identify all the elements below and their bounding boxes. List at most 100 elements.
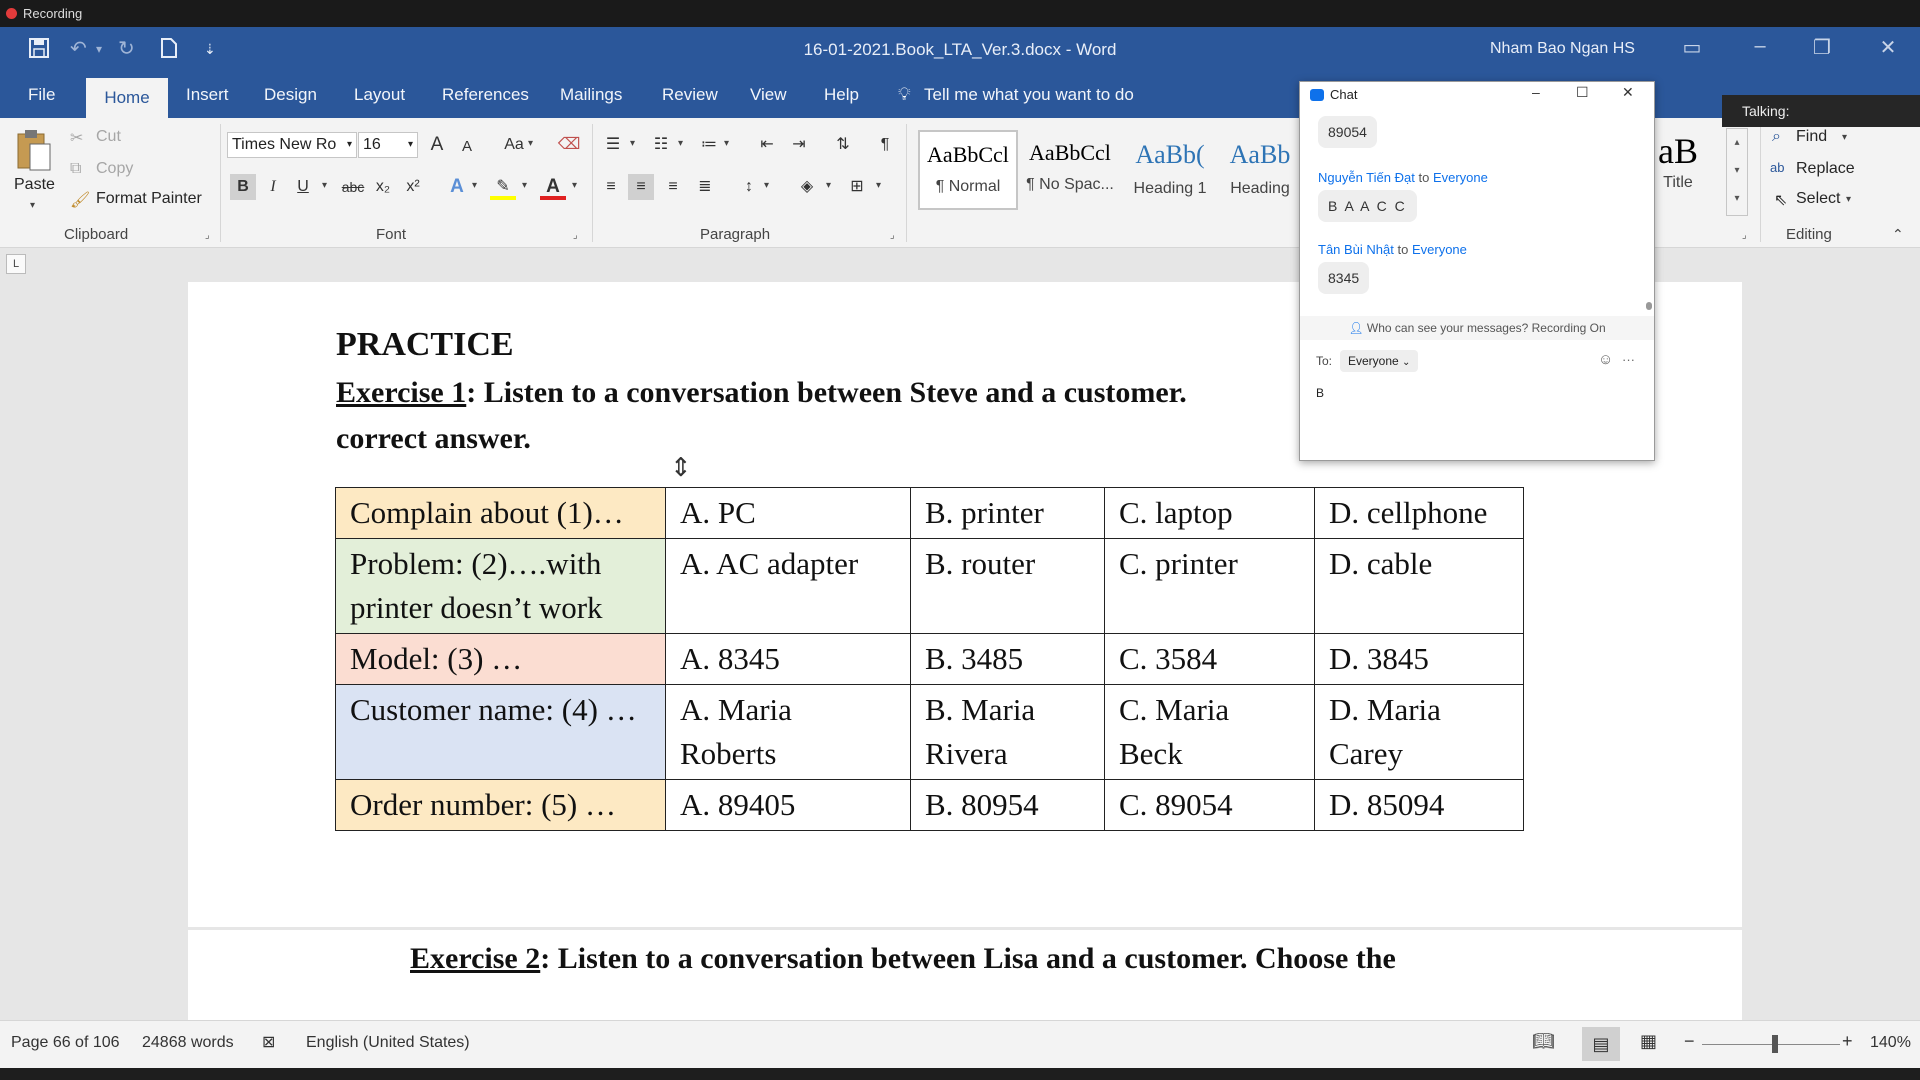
tab-review[interactable]: Review (650, 72, 730, 118)
style-no-spacing[interactable]: AaBbCcl ¶ No Spac... (1020, 130, 1120, 210)
align-right-icon[interactable]: ≡ (660, 174, 686, 200)
zoom-level[interactable]: 140% (1870, 1034, 1911, 1052)
change-case-button[interactable]: Aa (496, 132, 532, 158)
italic-button[interactable]: I (260, 174, 286, 200)
font-size-combo[interactable]: 16 ▾ (358, 132, 418, 158)
option-d-cell[interactable]: D. cellphone (1314, 487, 1524, 539)
increase-indent-icon[interactable]: ⇥ (786, 132, 812, 158)
align-center-icon[interactable]: ≡ (628, 174, 654, 200)
highlight-icon[interactable]: ✎ (490, 174, 516, 200)
option-b-cell[interactable]: B. router (910, 538, 1105, 634)
cut-button[interactable]: Cut (96, 128, 121, 146)
language[interactable]: English (United States) (306, 1034, 470, 1052)
page-count[interactable]: Page 66 of 106 (11, 1034, 120, 1052)
tab-insert[interactable]: Insert (174, 72, 241, 118)
style-heading-1[interactable]: AaBb( Heading 1 (1120, 130, 1220, 210)
replace-button[interactable]: Replace (1796, 160, 1855, 178)
font-name-combo[interactable]: Times New Ro ▾ (227, 132, 357, 158)
tab-design[interactable]: Design (252, 72, 329, 118)
document-page-2[interactable]: Exercise 2: Listen to a conversation bet… (188, 930, 1742, 1020)
zoom-slider-track[interactable] (1702, 1044, 1840, 1045)
zoom-out-button[interactable]: − (1684, 1031, 1695, 1052)
chat-scrollbar[interactable] (1646, 302, 1652, 310)
option-a-cell[interactable]: A. 89405 (665, 779, 911, 831)
grow-font-button[interactable]: A (424, 132, 450, 158)
option-b-cell[interactable]: B. 80954 (910, 779, 1105, 831)
word-count[interactable]: 24868 words (142, 1034, 234, 1052)
chat-privacy-notice[interactable]: 👤︎ Who can see your messages? Recording … (1300, 316, 1654, 340)
close-window-icon[interactable]: ✕ (1868, 35, 1908, 60)
sort-icon[interactable]: ⇅ (830, 132, 856, 158)
option-d-cell[interactable]: D. 85094 (1314, 779, 1524, 831)
styles-launcher-icon[interactable]: ⌟ (1742, 230, 1747, 241)
web-layout-icon[interactable]: ▦ (1640, 1031, 1657, 1052)
option-a-cell[interactable]: A. PC (665, 487, 911, 539)
customize-toolbar-icon[interactable]: ⇣ (204, 37, 216, 61)
ribbon-display-options-icon[interactable]: ▭ (1672, 35, 1712, 60)
option-d-cell[interactable]: D. 3845 (1314, 633, 1524, 685)
option-b-cell[interactable]: B. 3485 (910, 633, 1105, 685)
close-icon[interactable]: ✕ (1622, 84, 1634, 101)
minimize-icon[interactable]: – (1532, 84, 1540, 100)
align-left-icon[interactable]: ≡ (598, 174, 624, 200)
option-c-cell[interactable]: C. printer (1104, 538, 1315, 634)
question-cell[interactable]: Complain about (1)… (335, 487, 666, 539)
question-cell[interactable]: Customer name: (4) … (335, 684, 666, 780)
option-b-cell[interactable]: B. Maria Rivera (910, 684, 1105, 780)
clipboard-launcher-icon[interactable]: ⌟ (205, 230, 210, 241)
option-c-cell[interactable]: C. 3584 (1104, 633, 1315, 685)
redo-icon[interactable]: ↻ (118, 37, 135, 61)
option-c-cell[interactable]: C. 89054 (1104, 779, 1315, 831)
paste-button[interactable]: Paste (14, 176, 55, 194)
user-name[interactable]: Nham Bao Ngan HS (1490, 40, 1635, 58)
tab-home[interactable]: Home (86, 78, 168, 118)
superscript-button[interactable]: x² (400, 174, 426, 200)
option-d-cell[interactable]: D. Maria Carey (1314, 684, 1524, 780)
question-cell[interactable]: Model: (3) … (335, 633, 666, 685)
line-spacing-icon[interactable]: ↕ (736, 174, 762, 200)
shrink-font-button[interactable]: A (454, 134, 480, 160)
option-b-cell[interactable]: B. printer (910, 487, 1105, 539)
text-effects-icon[interactable]: A (444, 174, 470, 200)
chat-message-input[interactable]: B (1300, 378, 1654, 460)
tab-view[interactable]: View (738, 72, 799, 118)
font-color-button[interactable]: A (540, 174, 566, 200)
question-cell[interactable]: Order number: (5) … (335, 779, 666, 831)
more-options-button[interactable]: ··· (1622, 352, 1635, 367)
tab-file[interactable]: File (16, 72, 67, 118)
styles-scroll[interactable]: ▴ ▾ ▾ (1726, 128, 1748, 216)
decrease-indent-icon[interactable]: ⇤ (754, 132, 780, 158)
zoom-slider-thumb[interactable] (1772, 1035, 1778, 1053)
print-layout-icon[interactable]: ▤ (1582, 1027, 1620, 1061)
format-painter-button[interactable]: Format Painter (96, 190, 202, 208)
option-a-cell[interactable]: A. AC adapter (665, 538, 911, 634)
style-heading-2[interactable]: AaBb Heading (1220, 130, 1300, 210)
borders-icon[interactable]: ⊞ (844, 174, 870, 200)
paste-icon[interactable] (14, 128, 54, 174)
tab-references[interactable]: References (430, 72, 541, 118)
emoji-icon[interactable]: ☺ (1598, 351, 1613, 368)
clear-formatting-icon[interactable]: ⌫ (556, 132, 582, 158)
undo-dropdown-icon[interactable]: ▾ (96, 37, 102, 61)
paragraph-launcher-icon[interactable]: ⌟ (890, 230, 895, 241)
option-c-cell[interactable]: C. Maria Beck (1104, 684, 1315, 780)
option-d-cell[interactable]: D. cable (1314, 538, 1524, 634)
read-mode-icon[interactable]: 📖︎ (1532, 1031, 1555, 1052)
tab-layout[interactable]: Layout (342, 72, 417, 118)
save-icon[interactable] (28, 37, 50, 65)
style-title[interactable]: aB Title (1648, 130, 1708, 210)
minimize-icon[interactable]: – (1740, 35, 1780, 58)
bold-button[interactable]: B (230, 174, 256, 200)
underline-button[interactable]: U (290, 174, 316, 200)
option-a-cell[interactable]: A. 8345 (665, 633, 911, 685)
undo-icon[interactable]: ↶ (70, 37, 87, 61)
numbering-icon[interactable]: ☷ (648, 132, 674, 158)
proofing-icon[interactable]: ⊠ (262, 1032, 275, 1052)
style-normal[interactable]: AaBbCcl ¶ Normal (918, 130, 1018, 210)
collapse-ribbon-icon[interactable]: ⌃ (1892, 226, 1904, 243)
chat-recipient-dropdown[interactable]: Everyone ⌄ (1340, 350, 1419, 372)
option-c-cell[interactable]: C. laptop (1104, 487, 1315, 539)
maximize-icon[interactable]: ☐ (1576, 84, 1589, 101)
zoom-in-button[interactable]: + (1842, 1031, 1853, 1052)
justify-icon[interactable]: ≣ (692, 174, 718, 200)
